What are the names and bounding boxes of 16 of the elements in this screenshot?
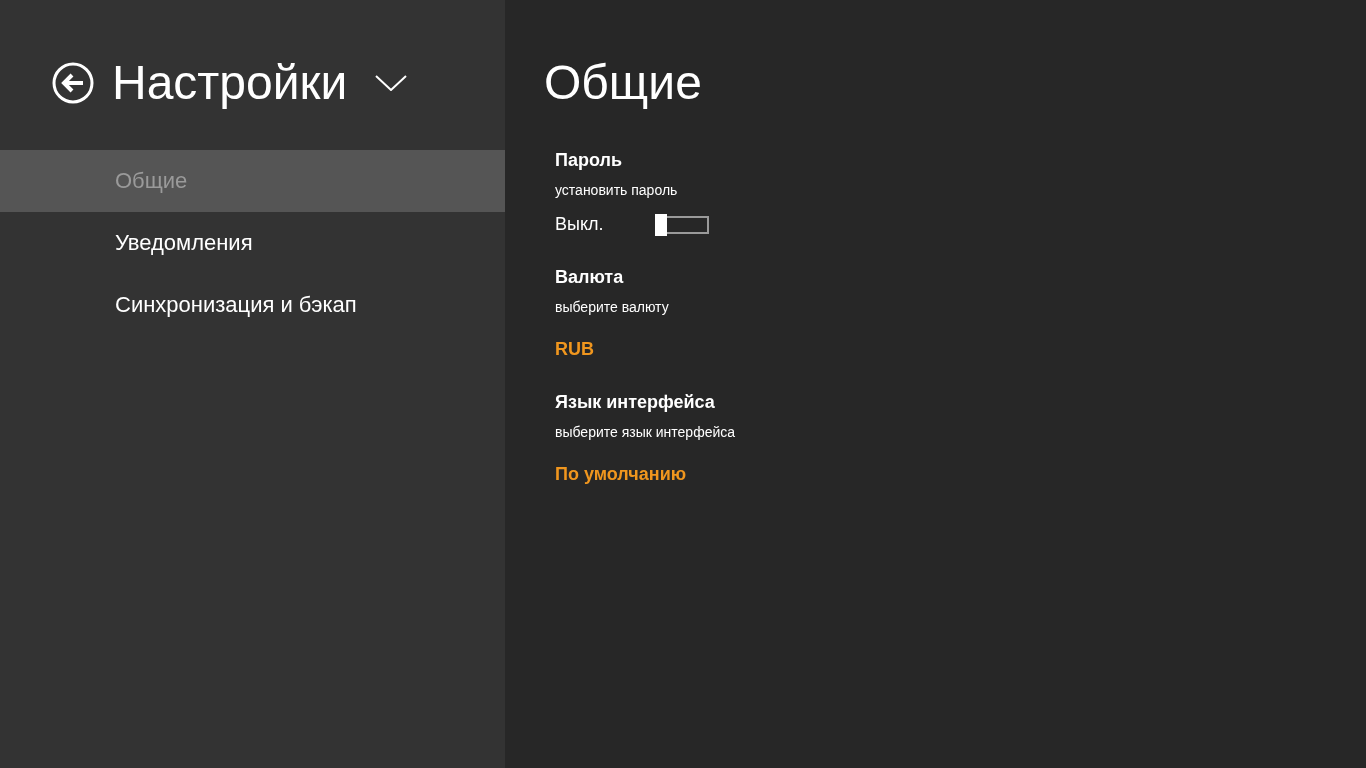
nav-item[interactable]: Уведомления [0,212,505,274]
section-title: Общие [544,55,703,111]
chevron-down-icon[interactable] [375,75,408,91]
setting-heading: Пароль [555,149,623,172]
setting-description: выберите валюту [555,299,670,315]
toggle-state-label: Выкл. [555,214,605,235]
setting-heading: Язык интерфейса [555,391,716,414]
toggle-switch[interactable] [655,215,709,234]
setting-description: установить пароль [555,182,679,198]
nav-item[interactable]: Синхронизация и бэкап [0,274,505,336]
picker-value[interactable]: По умолчанию [555,464,687,485]
page-title: Настройки [112,55,348,111]
setting-description: выберите язык интерфейса [555,424,737,440]
picker-value[interactable]: RUB [555,339,594,360]
back-icon[interactable] [52,62,94,104]
setting-heading: Валюта [555,266,625,289]
